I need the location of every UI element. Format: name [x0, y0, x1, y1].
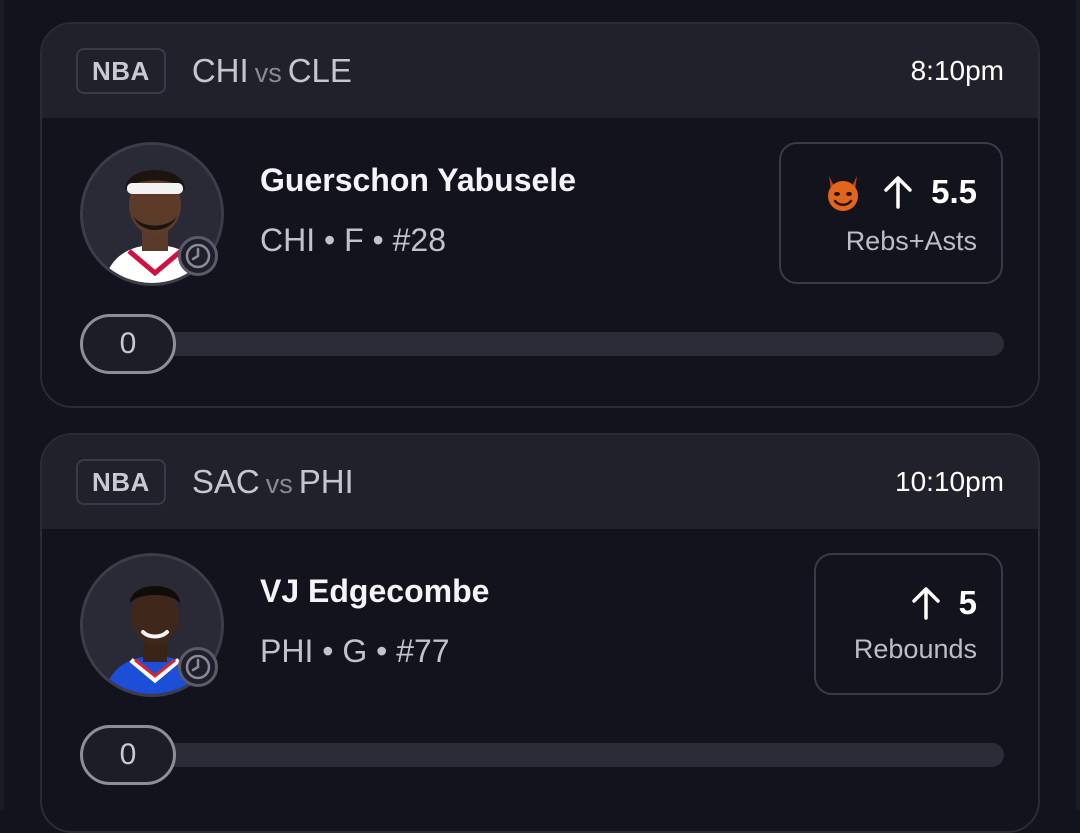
- progress-value: 0: [80, 314, 176, 374]
- vs-label: vs: [266, 469, 293, 500]
- team-home: SAC: [192, 463, 260, 501]
- card-body: Guerschon Yabusele CHI • F • #28 5.5 Reb…: [42, 118, 1038, 408]
- arrow-up-icon: [881, 174, 915, 210]
- player-name: VJ Edgecombe: [260, 573, 489, 610]
- clock-icon: [178, 236, 218, 276]
- clock-icon: [178, 647, 218, 687]
- player-name: Guerschon Yabusele: [260, 162, 576, 199]
- prop-value: 5: [959, 584, 977, 622]
- prop-stat: Rebounds: [854, 634, 977, 665]
- game-header: NBA SAC vs PHI 10:10pm: [42, 435, 1038, 529]
- progress-value: 0: [80, 725, 176, 785]
- team-home: CHI: [192, 52, 249, 90]
- game-time: 10:10pm: [895, 466, 1004, 498]
- player-info: PHI • G • #77: [260, 633, 450, 670]
- card-body: VJ Edgecombe PHI • G • #77 5 Rebounds 0: [42, 529, 1038, 821]
- prop-line: 5.5: [821, 170, 977, 214]
- prop-line: 5: [909, 584, 977, 622]
- prop-value: 5.5: [931, 173, 977, 211]
- progress-track: [80, 743, 1004, 767]
- progress-track: [80, 332, 1004, 356]
- league-badge: NBA: [76, 459, 166, 505]
- prop-line-button[interactable]: 5 Rebounds: [814, 553, 1003, 695]
- matchup: SAC vs PHI: [192, 463, 354, 501]
- left-edge: [0, 0, 4, 810]
- arrow-up-icon: [909, 585, 943, 621]
- pick-card[interactable]: NBA CHI vs CLE 8:10pm: [40, 22, 1040, 408]
- team-away: PHI: [299, 463, 354, 501]
- pick-card[interactable]: NBA SAC vs PHI 10:10pm: [40, 433, 1040, 833]
- player-info: CHI • F • #28: [260, 222, 446, 259]
- right-edge: [1076, 0, 1080, 810]
- vs-label: vs: [255, 58, 282, 89]
- prop-stat: Rebs+Asts: [846, 226, 977, 257]
- league-badge: NBA: [76, 48, 166, 94]
- game-header: NBA CHI vs CLE 8:10pm: [42, 24, 1038, 118]
- team-away: CLE: [288, 52, 352, 90]
- demon-icon: [821, 170, 865, 214]
- game-time: 8:10pm: [911, 55, 1004, 87]
- matchup: CHI vs CLE: [192, 52, 352, 90]
- prop-line-button[interactable]: 5.5 Rebs+Asts: [779, 142, 1003, 284]
